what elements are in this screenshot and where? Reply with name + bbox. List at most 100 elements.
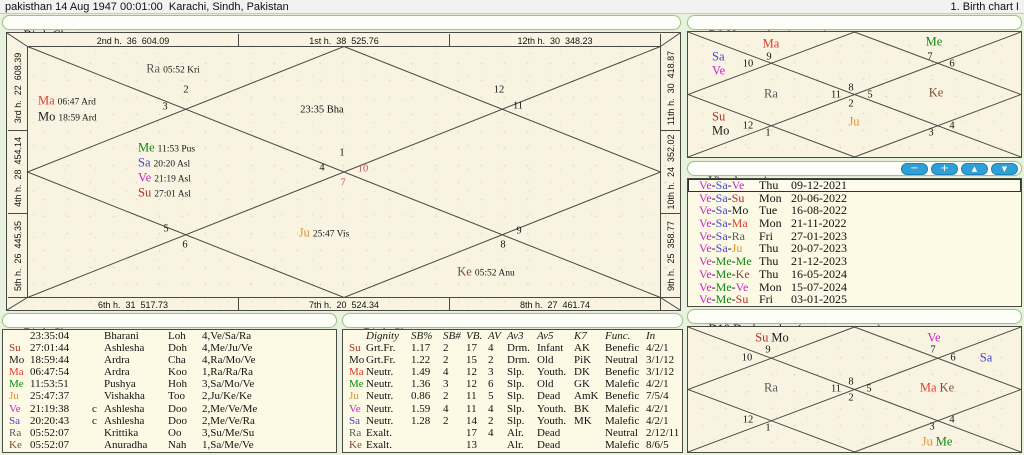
dasha-date: 16-05-2024	[791, 266, 847, 281]
d10-chart-diagram: 9 10 7 6 8 11 5 2 12 1 3 4 Su Mo Ve Sa R…	[687, 326, 1022, 453]
planet-abbr: Mo	[349, 354, 365, 367]
column-header: Func.	[605, 330, 631, 342]
plus-button[interactable]: +	[931, 163, 958, 175]
combust-flag: c	[92, 402, 97, 415]
nakshatra-name: Vishakha	[104, 390, 145, 403]
planet-jupiter-label: Ju	[848, 114, 860, 129]
sign-number: 1	[339, 147, 345, 159]
name-syllable: Cha	[168, 354, 186, 367]
sign-number: 6	[949, 58, 955, 70]
main-chart-header: Birth Chart	[2, 15, 681, 42]
house-cusp-label: 8th h. 27 461.74	[519, 299, 591, 310]
planet-rahu-label: Ra	[764, 86, 778, 101]
sign-number: 5	[867, 89, 873, 101]
planet-abbr: Ke	[349, 438, 362, 451]
dasha-row[interactable]: Ve-Me-Su Fri 03-01-2025	[688, 293, 1021, 306]
sb-number	[443, 427, 466, 439]
house-cusp-label: 11th h. 30 418.87	[666, 51, 676, 126]
right-cusp-strip: 11th h. 30 418.87 10th h. 24 352.02 9th …	[661, 47, 681, 299]
sign-number: 6	[950, 352, 956, 364]
birth-chart-diagram: 2nd h. 36 604.09 1st h. 38 525.76 12th h…	[6, 32, 681, 311]
planet-saturn-label: Sa	[979, 350, 993, 365]
vb-value: 13	[466, 438, 477, 451]
planet-ketu-label: Ke	[928, 85, 944, 100]
pada-lords: 2,Me/Ve/Me	[202, 402, 258, 415]
k7-value: GK	[574, 378, 590, 391]
planet-time: 05:52:07	[30, 426, 70, 439]
in-value: 3/1/12	[646, 354, 675, 367]
k7-value: PiK	[574, 354, 592, 367]
sb-percent: 1.49	[411, 366, 431, 379]
nakshatra-name: Ashlesha	[104, 414, 145, 427]
dignity-row: Ju Neutr. 0.86 2 11 5 Slp. Dead AmK Bene…	[343, 390, 682, 402]
in-value: 4/2/1	[646, 342, 669, 355]
nakshatra-row: Ve 21:19:38 c Ashlesha Doo 2,Me/Ve/Me	[3, 403, 336, 415]
planet-venus-label: Ve	[712, 63, 726, 78]
sign-number: 4	[949, 120, 955, 132]
planet-abbr: Ve	[9, 402, 21, 415]
name-syllable: Doh	[168, 342, 187, 355]
nakshatra-row: Me 11:53:51 Pushya Hoh 3,Sa/Mo/Ve	[3, 378, 336, 390]
combust-flag	[92, 342, 104, 354]
k7-value: AmK	[574, 390, 599, 403]
av3-value: Slp.	[507, 402, 525, 415]
name-syllable: Nah	[168, 438, 187, 451]
house-cusp-label: 4th h. 28 454.14	[13, 136, 23, 208]
dasha-period-label: Ve-Me-Su	[699, 292, 749, 307]
nakshatra-name: Ashlesha	[104, 402, 145, 415]
sb-percent: 1.22	[411, 354, 431, 367]
house-cusp-label: 2nd h. 36 604.09	[96, 35, 170, 46]
av-value: 2	[488, 354, 494, 367]
dasha-date: 03-01-2025	[791, 292, 847, 307]
vb-value: 12	[466, 366, 477, 379]
planet-venus-label: Ve 21:19 Asl	[138, 170, 191, 185]
dignity-value: Exalt.	[366, 426, 392, 439]
dignity-row: Ve Neutr. 1.59 4 11 4 Slp. Youth. BK Mal…	[343, 403, 682, 415]
vb-value: 11	[466, 390, 477, 403]
av5-value: Dead	[537, 426, 561, 439]
sign-number: 6	[182, 239, 188, 251]
planet-sun-label: Su	[712, 109, 726, 124]
planet-abbr: Su	[9, 342, 21, 355]
planet-time: 20:20:43	[30, 414, 70, 427]
scroll-down-button[interactable]: ▼	[991, 163, 1018, 175]
sign-number: 5	[866, 383, 872, 395]
in-value: 3/1/12	[646, 366, 675, 379]
sign-number: 5	[163, 223, 169, 235]
name-syllable: Doo	[168, 414, 187, 427]
dignity-header-row: Dignity SB% SB# VB. AV Av3 Av5 K7 Func. In	[343, 330, 682, 342]
planet-time: 27:01:44	[30, 342, 70, 355]
sb-number: 2	[443, 414, 449, 427]
app-window: pakisthan 14 Aug 1947 00:01:00 Karachi, …	[0, 0, 1024, 455]
house-cusp-label: 9th h. 25 358.77	[666, 220, 676, 291]
planet-rahu-label: Ra	[764, 380, 778, 395]
sign-number: 12	[742, 120, 754, 132]
minus-button[interactable]: −	[901, 163, 928, 175]
vb-value: 15	[466, 354, 477, 367]
av5-value: Old	[537, 354, 554, 367]
dignity-row: Ma Neutr. 1.49 4 12 3 Slp. Youth. DK Ben…	[343, 366, 682, 378]
av-value: 4	[488, 402, 494, 415]
av5-value: Youth.	[537, 366, 567, 379]
dasha-weekday: Thu	[759, 266, 779, 281]
k7-value	[574, 427, 605, 439]
name-syllable: Koo	[168, 366, 187, 379]
in-value: 4/2/1	[646, 402, 669, 415]
house-cusp-label: 5th h. 26 445.35	[13, 220, 23, 291]
av3-value: Slp.	[507, 414, 525, 427]
vb-value: 12	[466, 378, 477, 391]
house-cusp-label: 6th h. 31 517.73	[97, 299, 169, 310]
sign-number: 12	[493, 84, 505, 96]
left-cusp-strip: 3rd h. 22 608.39 4th h. 28 454.14 5th h.…	[8, 47, 28, 299]
planet-time: 06:47:54	[30, 366, 70, 379]
in-value: 8/6/5	[646, 438, 669, 451]
av-value: 2	[488, 414, 494, 427]
house-cusp-label: 12th h. 30 348.23	[517, 35, 593, 46]
av-value: 6	[488, 378, 494, 391]
scroll-up-button[interactable]: ▲	[961, 163, 988, 175]
name-syllable: Doo	[168, 402, 187, 415]
sign-number: 11	[830, 89, 842, 101]
dignity-value: Grt.Fr.	[366, 342, 396, 355]
functional-nature: Benefic	[605, 342, 640, 355]
av3-value: Slp.	[507, 366, 525, 379]
